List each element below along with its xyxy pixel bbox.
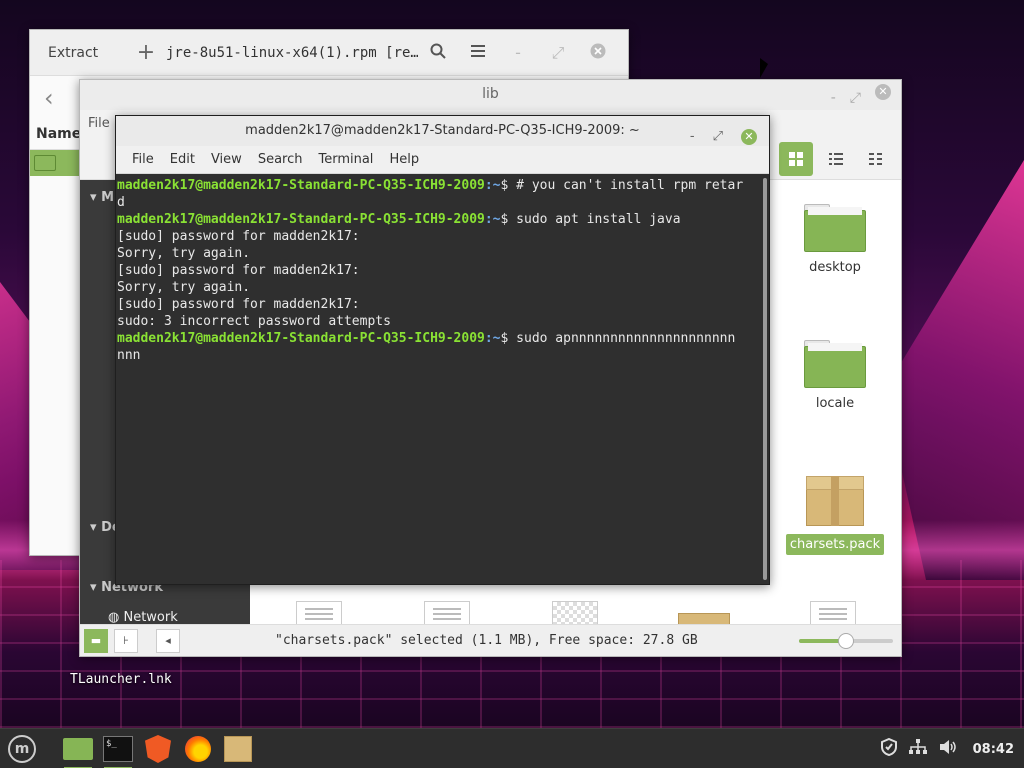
- status-text: "charsets.pack" selected (1.1 MB), Free …: [275, 633, 698, 648]
- terminal-line: sudo: 3 incorrect password attempts: [117, 314, 391, 329]
- desktop-icon-tlauncher[interactable]: TLauncher.lnk: [70, 672, 172, 687]
- sidebar-section-my-computer[interactable]: ▾ M: [90, 190, 114, 205]
- archive-titlebar: Extract + jre-8u51-linux-x64(1).rpm [re……: [30, 30, 628, 76]
- file-item-label: locale: [815, 396, 855, 411]
- list-view-button[interactable]: [819, 142, 853, 176]
- terminal-line: madden2k17@madden2k17-Standard-PC-Q35-IC…: [117, 212, 681, 227]
- file-item-label: desktop: [809, 260, 861, 275]
- taskbar-firefox[interactable]: [180, 732, 216, 766]
- maximize-icon[interactable]: ⤢: [538, 43, 578, 63]
- terminal-line: madden2k17@madden2k17-Standard-PC-Q35-IC…: [117, 331, 736, 346]
- close-icon[interactable]: [578, 43, 618, 63]
- linux-mint-logo-icon: m: [8, 735, 36, 763]
- mouse-pointer-icon: [760, 58, 768, 78]
- menu-terminal[interactable]: Terminal: [310, 152, 381, 167]
- terminal-window: madden2k17@madden2k17-Standard-PC-Q35-IC…: [115, 115, 770, 585]
- close-icon[interactable]: ✕: [875, 84, 891, 100]
- sidebar-item-network[interactable]: ◍ Network: [108, 610, 178, 625]
- search-icon[interactable]: [418, 43, 458, 63]
- taskbar-brave[interactable]: [140, 732, 176, 766]
- list-view-icon: [829, 153, 843, 165]
- zoom-slider[interactable]: [799, 633, 893, 649]
- brave-browser-icon: [145, 735, 171, 763]
- terminal-line: d: [117, 195, 125, 210]
- hamburger-icon[interactable]: [458, 43, 498, 62]
- file-manager-titlebar: lib - ⤢ ✕: [80, 80, 901, 110]
- status-bar: ▬ ⊦ ◂ "charsets.pack" selected (1.1 MB),…: [80, 624, 901, 656]
- taskbar-terminal[interactable]: $_: [100, 732, 136, 768]
- taskbar-files[interactable]: [60, 732, 96, 768]
- file-thumb-doc[interactable]: [810, 601, 856, 626]
- folder-icon: [804, 204, 866, 252]
- show-places-button[interactable]: ▬: [84, 629, 108, 653]
- terminal-line: [sudo] password for madden2k17:: [117, 263, 360, 278]
- compact-view-button[interactable]: [859, 142, 893, 176]
- icon-view-button[interactable]: [779, 142, 813, 176]
- menu-help[interactable]: Help: [381, 152, 427, 167]
- chevron-left-icon: ‹: [44, 84, 54, 112]
- maximize-icon[interactable]: ⤢: [713, 122, 723, 152]
- minimize-icon[interactable]: -: [690, 122, 695, 152]
- globe-icon: ◍: [108, 610, 120, 625]
- firefox-icon: [185, 736, 211, 762]
- add-button[interactable]: +: [126, 40, 166, 65]
- volume-icon[interactable]: [939, 739, 957, 759]
- file-thumb-doc[interactable]: [296, 601, 342, 626]
- file-manager-title: lib: [482, 86, 499, 102]
- terminal-menubar: File Edit View Search Terminal Help: [116, 146, 769, 174]
- menu-edit[interactable]: Edit: [162, 152, 203, 167]
- menu-search[interactable]: Search: [250, 152, 311, 167]
- minimize-icon[interactable]: -: [498, 43, 538, 62]
- show-tree-button[interactable]: ⊦: [114, 629, 138, 653]
- clock[interactable]: 08:42: [973, 742, 1014, 757]
- file-item-charsets-pack[interactable]: charsets.pack: [780, 476, 890, 555]
- terminal-scrollbar[interactable]: [763, 178, 767, 580]
- file-thumb-doc[interactable]: [424, 601, 470, 626]
- folder-icon: [63, 738, 93, 760]
- terminal-line: Sorry, try again.: [117, 246, 251, 261]
- terminal-title: madden2k17@madden2k17-Standard-PC-Q35-IC…: [245, 123, 640, 138]
- archive-title: jre-8u51-linux-x64(1).rpm [re…: [166, 44, 418, 61]
- hide-sidebar-button[interactable]: ◂: [156, 629, 180, 653]
- package-icon: [224, 736, 252, 762]
- taskbar-archive-manager[interactable]: [220, 732, 256, 766]
- compact-view-icon: [869, 153, 882, 165]
- terminal-titlebar: madden2k17@madden2k17-Standard-PC-Q35-IC…: [116, 116, 769, 146]
- zoom-slider-handle[interactable]: [838, 633, 854, 649]
- terminal-line: nnn: [117, 348, 141, 363]
- menu-view[interactable]: View: [203, 152, 250, 167]
- terminal-line: [sudo] password for madden2k17:: [117, 229, 360, 244]
- file-item-locale[interactable]: locale: [780, 340, 890, 411]
- menu-file[interactable]: File: [124, 152, 162, 167]
- terminal-line: Sorry, try again.: [117, 280, 251, 295]
- file-menu[interactable]: File: [88, 116, 110, 131]
- start-menu-button[interactable]: m: [4, 732, 40, 766]
- file-item-desktop[interactable]: desktop: [780, 204, 890, 275]
- wallpaper-mountain-right: [884, 160, 1024, 580]
- terminal-line: [sudo] password for madden2k17:: [117, 297, 360, 312]
- grid-view-icon: [789, 152, 803, 166]
- package-icon: [806, 476, 864, 526]
- folder-icon: [804, 340, 866, 388]
- close-icon[interactable]: ✕: [741, 129, 757, 145]
- maximize-icon[interactable]: ⤢: [850, 84, 861, 112]
- system-tray: 08:42: [880, 729, 1014, 768]
- taskbar: m $_ 08:42: [0, 728, 1024, 768]
- extract-button[interactable]: Extract: [48, 45, 126, 61]
- minimize-icon[interactable]: -: [831, 84, 836, 112]
- terminal-output[interactable]: madden2k17@madden2k17-Standard-PC-Q35-IC…: [116, 174, 761, 584]
- folder-icon: [34, 155, 56, 171]
- file-thumb-image[interactable]: [552, 601, 598, 626]
- terminal-icon: $_: [103, 736, 133, 762]
- file-item-label: charsets.pack: [785, 534, 885, 555]
- network-icon[interactable]: [908, 739, 927, 759]
- shield-icon[interactable]: [880, 737, 897, 760]
- terminal-line: madden2k17@madden2k17-Standard-PC-Q35-IC…: [117, 178, 744, 193]
